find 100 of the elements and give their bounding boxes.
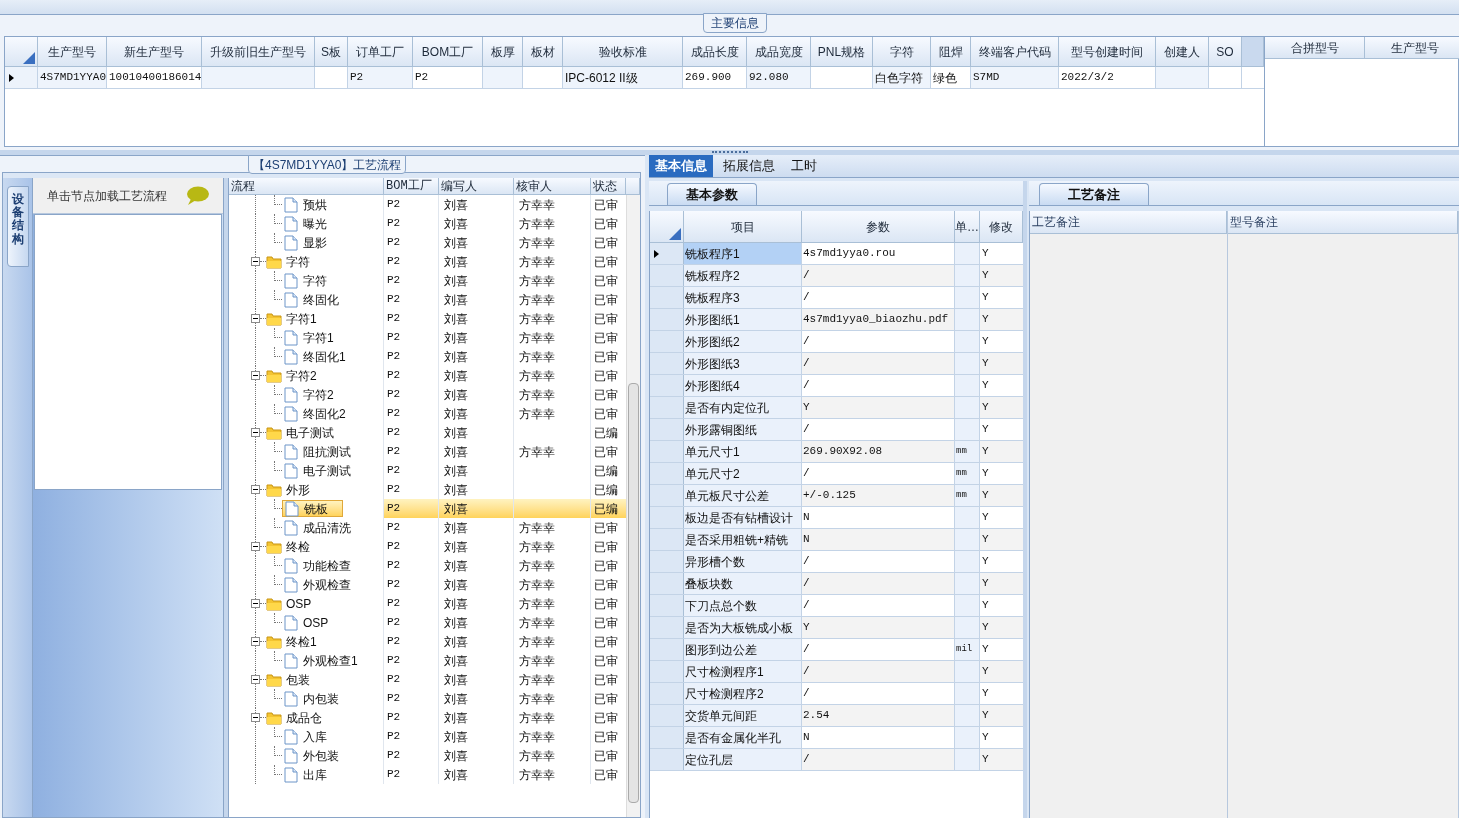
tree-node[interactable]: 终检1 (285, 632, 318, 651)
tree-node[interactable]: 终检 (285, 537, 311, 556)
column-header[interactable]: 验收标准 (563, 37, 683, 67)
tab[interactable]: 基本信息 (649, 155, 713, 177)
tree-node[interactable]: 终固化2 (303, 404, 346, 423)
tab[interactable]: 拓展信息 (717, 155, 781, 177)
scrollbar[interactable] (626, 195, 640, 817)
tree-node[interactable]: 显影 (303, 233, 327, 252)
table-cell: 方幸幸 (514, 537, 591, 556)
tree-node[interactable]: 成品仓 (285, 708, 323, 727)
column-header[interactable]: 字符 (873, 37, 931, 67)
tree-node[interactable]: 电子测试 (285, 423, 335, 442)
column-header[interactable]: 参数 (802, 211, 955, 243)
document-icon (284, 747, 298, 764)
column-header[interactable]: 流程 (229, 178, 384, 195)
table-cell: P2 (384, 252, 439, 271)
column-header[interactable]: 生产型号 (1365, 37, 1459, 59)
column-header[interactable]: 单… (955, 211, 980, 243)
table-cell: P2 (384, 385, 439, 404)
table-cell: 刘喜 (439, 575, 514, 594)
tree-node[interactable]: 成品清洗 (303, 518, 351, 537)
column-header[interactable]: 板厚 (483, 37, 523, 67)
column-header[interactable]: 成品宽度 (747, 37, 811, 67)
column-header[interactable]: S板 (315, 37, 348, 67)
tree-node[interactable]: OSP (285, 594, 313, 613)
column-header[interactable]: 成品长度 (683, 37, 747, 67)
column-header[interactable]: 编写人 (439, 178, 514, 195)
collapse-toggle[interactable] (251, 371, 260, 380)
table-cell: P2 (384, 670, 439, 689)
table-cell-text: Y (981, 312, 990, 328)
tree-node[interactable]: 出库 (303, 765, 327, 784)
table-cell-text: 已审 (593, 747, 619, 765)
column-header[interactable]: BOM工厂 (413, 37, 483, 67)
tree-node[interactable]: OSP (303, 613, 329, 632)
column-header[interactable]: 创建人 (1156, 37, 1209, 67)
collapse-toggle[interactable] (251, 675, 260, 684)
table-cell: 是否采用粗铣+精铣 (684, 529, 802, 550)
collapse-toggle[interactable] (251, 637, 260, 646)
tree-node[interactable]: 终固化1 (303, 347, 346, 366)
column-header[interactable]: 阻焊 (931, 37, 971, 67)
column-header[interactable]: 合拼型号 (1265, 37, 1365, 59)
column-header[interactable]: BOM工厂 (384, 178, 439, 195)
column-header[interactable]: 型号创建时间 (1059, 37, 1156, 67)
tree-node[interactable]: 字符 (303, 271, 327, 290)
tree-node[interactable]: 字符 (285, 252, 311, 271)
tree-node[interactable]: 终固化 (303, 290, 339, 309)
tree-node[interactable]: 字符2 (285, 366, 318, 385)
tree-node[interactable]: 外包装 (303, 746, 339, 765)
table-cell: 刘喜 (439, 651, 514, 670)
table-cell-text: 已审 (593, 614, 619, 632)
tree-node[interactable]: 功能检查 (303, 556, 351, 575)
document-icon (284, 386, 298, 403)
tab[interactable]: 工时 (785, 155, 823, 177)
tab[interactable]: 工艺备注 (1039, 183, 1149, 205)
tree-node[interactable]: 预烘 (303, 195, 327, 214)
row-header[interactable] (650, 243, 684, 264)
collapse-toggle[interactable] (251, 314, 260, 323)
collapse-toggle[interactable] (251, 599, 260, 608)
table-cell: P2 (348, 67, 413, 88)
folder-icon (266, 672, 282, 687)
speech-bubble-icon (185, 185, 209, 206)
column-header[interactable]: 终端客户代码 (971, 37, 1059, 67)
tree-node[interactable]: 电子测试 (303, 461, 351, 480)
tree-node[interactable]: 内包装 (303, 689, 339, 708)
tree-node[interactable]: 字符2 (303, 385, 334, 404)
tree-node[interactable]: 字符1 (285, 309, 318, 328)
tree-node[interactable]: 外形 (285, 480, 311, 499)
column-header[interactable]: 升级前旧生产型号 (202, 37, 315, 67)
side-tab[interactable]: 设备结构 (6, 186, 29, 267)
collapse-toggle[interactable] (251, 428, 260, 437)
column-header[interactable]: 修改 (980, 211, 1023, 243)
column-header[interactable]: 新生产型号 (107, 37, 202, 67)
tree-node[interactable]: 曝光 (303, 214, 327, 233)
collapse-toggle[interactable] (251, 542, 260, 551)
column-header[interactable]: 项目 (684, 211, 802, 243)
column-header[interactable]: 订单工厂 (348, 37, 413, 67)
column-header[interactable]: 型号备注 (1228, 211, 1458, 234)
row-header[interactable] (5, 67, 38, 88)
column-header[interactable]: 工艺备注 (1030, 211, 1227, 234)
table-cell-text: Y (981, 356, 990, 372)
collapse-toggle[interactable] (251, 713, 260, 722)
collapse-toggle[interactable] (251, 485, 260, 494)
column-header[interactable]: 生产型号 (38, 37, 107, 67)
column-header[interactable]: 板材 (523, 37, 563, 67)
tree-node[interactable]: 阻抗测试 (303, 442, 351, 461)
tab[interactable]: 基本参数 (667, 183, 757, 205)
tree-node[interactable]: 外观检查 (303, 575, 351, 594)
column-header[interactable]: PNL规格 (811, 37, 873, 67)
column-header[interactable]: 状态 (591, 178, 626, 195)
tree-node[interactable]: 字符1 (303, 328, 334, 347)
table-cell: 刘喜 (439, 328, 514, 347)
tree-node[interactable]: 入库 (303, 727, 327, 746)
document-icon (284, 272, 298, 289)
table-cell-text: 已审 (593, 234, 619, 252)
tree-node[interactable]: 外观检查1 (303, 651, 358, 670)
column-header[interactable]: SO (1209, 37, 1242, 67)
collapse-toggle[interactable] (251, 257, 260, 266)
tree-node[interactable]: 包装 (285, 670, 311, 689)
table-cell: 尺寸检测程序1 (684, 661, 802, 682)
column-header[interactable]: 核审人 (514, 178, 591, 195)
